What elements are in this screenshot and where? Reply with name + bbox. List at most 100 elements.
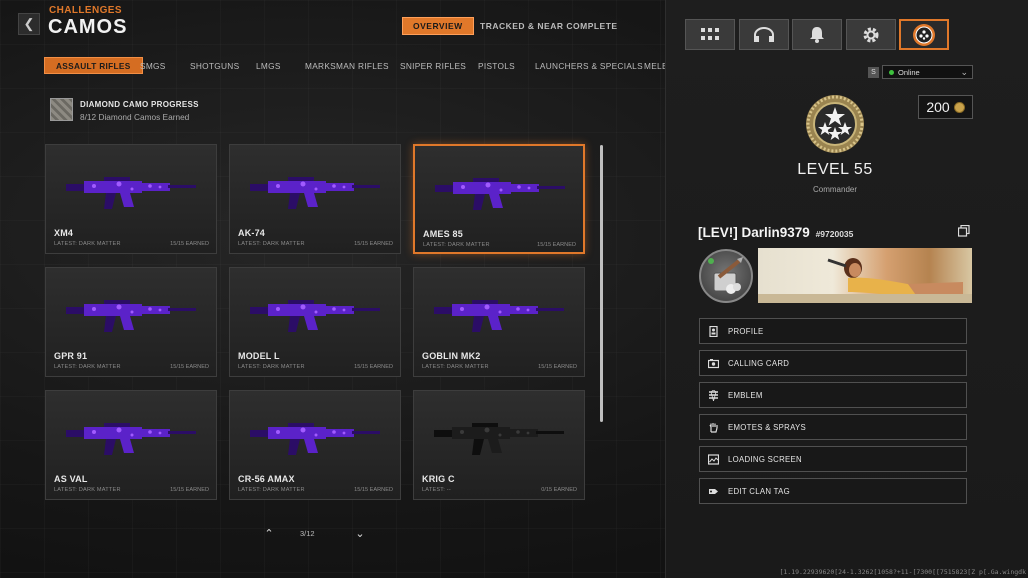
menu-emblem-button[interactable]: EMBLEM: [699, 382, 967, 408]
weapon-card-cr-56-amax[interactable]: CR-56 AMAX LATEST: DARK MATTER 15/15 EAR…: [229, 390, 401, 500]
menu-calling-card-label: CALLING CARD: [728, 358, 790, 368]
panel-tab-grid[interactable]: [685, 19, 735, 50]
diamond-progress-count: 8/12 Diamond Camos Earned: [80, 112, 190, 122]
bell-icon: [810, 27, 824, 43]
weapon-image: [250, 423, 380, 455]
chevron-up-icon[interactable]: ⌃: [262, 527, 276, 540]
weapon-camos-earned: 15/15 EARNED: [538, 364, 577, 370]
emblem-artwork-icon: [708, 257, 743, 294]
weapon-latest-camo: LATEST: DARK MATTER: [422, 364, 489, 370]
profile-card-icon: [709, 325, 718, 337]
diamond-camo-swatch: [50, 98, 73, 121]
weapon-latest-camo: LATEST: DARK MATTER: [54, 487, 121, 493]
player-level: LEVEL 55: [797, 161, 873, 178]
weapon-card-ames-85[interactable]: AMES 85 LATEST: DARK MATTER 15/15 EARNED: [413, 144, 585, 254]
weapon-camos-earned: 0/15 EARNED: [541, 487, 577, 493]
weapon-card-gpr-91[interactable]: GPR 91 LATEST: DARK MATTER 15/15 EARNED: [45, 267, 217, 377]
grid-icon: [701, 27, 719, 40]
menu-loading-screen-button[interactable]: LOADING SCREEN: [699, 446, 967, 472]
weapon-name: KRIG C: [422, 474, 455, 484]
weapon-image: [250, 177, 380, 209]
category-tab-melee[interactable]: MELEE: [644, 57, 665, 74]
player-gamertag: [LEV!] Darlin9379 #9720035: [698, 225, 853, 240]
category-tab-lmgs[interactable]: LMGS: [256, 57, 281, 74]
menu-profile-label: PROFILE: [728, 326, 764, 336]
calling-card-artwork: [758, 248, 972, 303]
weapon-latest-camo: LATEST: DARK MATTER: [238, 364, 305, 370]
weapon-image: [434, 423, 564, 455]
weapon-latest-camo: LATEST: DARK MATTER: [54, 241, 121, 247]
gear-icon: [863, 27, 879, 42]
category-tab-marksman-rifles[interactable]: MARKSMAN RIFLES: [305, 57, 389, 74]
build-version-string: [1.19.22939620[24-1.3262[1058?+11-[7300[…: [779, 568, 1026, 576]
weapon-latest-camo: LATEST: DARK MATTER: [423, 242, 490, 248]
menu-emblem-label: EMBLEM: [728, 390, 763, 400]
menu-loading-screen-label: LOADING SCREEN: [728, 454, 802, 464]
calling-card-image[interactable]: [758, 248, 972, 303]
weapon-camos-earned: 15/15 EARNED: [354, 364, 393, 370]
screen: ❮ CHALLENGES CAMOS OVERVIEW TRACKED & NE…: [0, 0, 1028, 578]
online-dot-icon: [889, 69, 894, 75]
loading-screen-icon: [708, 453, 719, 465]
emblem-icon: [709, 389, 718, 401]
weapon-image: [435, 178, 565, 210]
cod-points-value: 200: [926, 99, 950, 115]
tab-overview[interactable]: OVERVIEW: [402, 17, 474, 35]
cod-points-balance[interactable]: 200: [918, 95, 973, 119]
copy-icon[interactable]: [958, 225, 970, 237]
chevron-down-icon[interactable]: ⌄: [353, 527, 367, 540]
menu-calling-card-button[interactable]: CALLING CARD: [699, 350, 967, 376]
category-tab-sniper-rifles[interactable]: SNIPER RIFLES: [400, 57, 466, 74]
clan-tag-icon: [709, 488, 718, 494]
weapon-latest-camo: LATEST: DARK MATTER: [238, 487, 305, 493]
panel-tab-settings[interactable]: [846, 19, 896, 50]
category-tab-smgs[interactable]: SMGS: [140, 57, 166, 74]
online-status-label: Online: [898, 67, 920, 77]
menu-edit-clan-tag-label: EDIT CLAN TAG: [728, 486, 790, 496]
calling-card-icon: [708, 358, 719, 368]
rank-emblem-icon: [806, 95, 864, 153]
grid-scrollbar[interactable]: [600, 145, 603, 422]
category-tab-assault-rifles[interactable]: ASSAULT RIFLES: [44, 57, 143, 74]
weapon-image: [250, 300, 380, 332]
page-title: CAMOS: [48, 16, 128, 38]
panel-tab-notifications[interactable]: [792, 19, 842, 50]
weapon-card-ak-74[interactable]: AK-74 LATEST: DARK MATTER 15/15 EARNED: [229, 144, 401, 254]
category-tab-launchers-specials[interactable]: LAUNCHERS & SPECIALS: [535, 57, 643, 74]
menu-profile-button[interactable]: PROFILE: [699, 318, 967, 344]
weapon-card-goblin-mk2[interactable]: GOBLIN MK2 LATEST: DARK MATTER 15/15 EAR…: [413, 267, 585, 377]
weapon-name: GPR 91: [54, 351, 88, 361]
weapon-camos-earned: 15/15 EARNED: [354, 241, 393, 247]
weapon-name: XM4: [54, 228, 74, 238]
panel-tab-profile[interactable]: [899, 19, 949, 50]
weapon-card-model-l[interactable]: MODEL L LATEST: DARK MATTER 15/15 EARNED: [229, 267, 401, 377]
weapon-latest-camo: LATEST: --: [422, 487, 451, 493]
weapon-card-krig-c[interactable]: KRIG C LATEST: -- 0/15 EARNED: [413, 390, 585, 500]
menu-edit-clan-tag-button[interactable]: EDIT CLAN TAG: [699, 478, 967, 504]
weapon-latest-camo: LATEST: DARK MATTER: [54, 364, 121, 370]
category-tab-shotguns[interactable]: SHOTGUNS: [190, 57, 239, 74]
online-status-dropdown[interactable]: Online ⌄: [882, 65, 973, 79]
headset-icon: [754, 26, 774, 42]
tab-tracked-near-complete[interactable]: TRACKED & NEAR COMPLETE: [480, 17, 618, 35]
panel-tab-party[interactable]: [739, 19, 789, 50]
weapon-card-as-val[interactable]: AS VAL LATEST: DARK MATTER 15/15 EARNED: [45, 390, 217, 500]
status-platform-icon: S: [868, 67, 879, 78]
category-tab-pistols[interactable]: PISTOLS: [478, 57, 515, 74]
player-name-text: [LEV!] Darlin9379: [698, 225, 810, 240]
breadcrumb: CHALLENGES: [49, 5, 122, 16]
profile-rank-icon: [913, 23, 935, 46]
emote-hand-icon: [709, 422, 718, 433]
player-emblem[interactable]: [699, 249, 753, 303]
back-button[interactable]: ❮: [18, 13, 40, 35]
weapon-image: [66, 423, 196, 455]
weapon-latest-camo: LATEST: DARK MATTER: [238, 241, 305, 247]
diamond-progress-title: DIAMOND CAMO PROGRESS: [80, 100, 199, 109]
weapon-camos-earned: 15/15 EARNED: [170, 241, 209, 247]
weapon-image: [434, 300, 564, 332]
weapon-image: [66, 300, 196, 332]
weapon-camos-earned: 15/15 EARNED: [354, 487, 393, 493]
weapon-card-xm4[interactable]: XM4 LATEST: DARK MATTER 15/15 EARNED: [45, 144, 217, 254]
weapon-name: MODEL L: [238, 351, 280, 361]
menu-emotes-sprays-button[interactable]: EMOTES & SPRAYS: [699, 414, 967, 440]
